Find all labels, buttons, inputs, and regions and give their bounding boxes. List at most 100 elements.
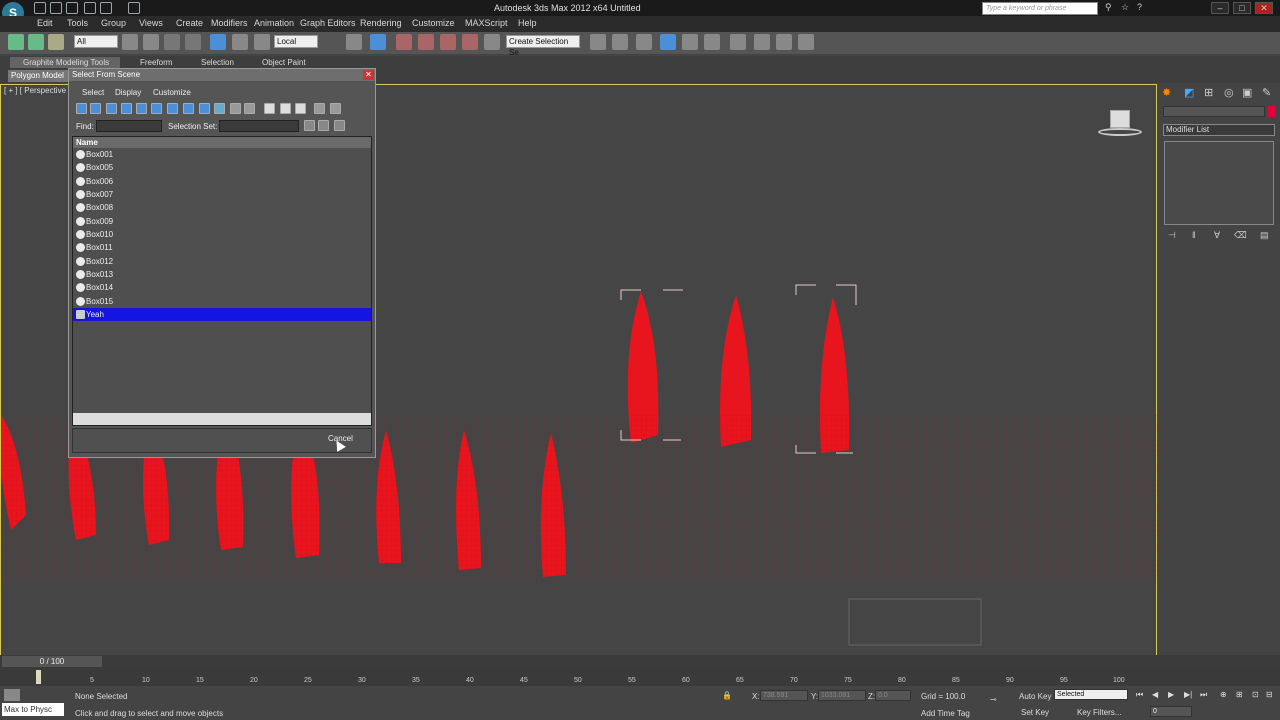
schematic-view-icon[interactable]: [704, 34, 720, 50]
select-invert-icon[interactable]: [295, 103, 306, 114]
set-key-button[interactable]: Set Key: [1021, 708, 1049, 717]
display-tab-icon[interactable]: ▣: [1242, 86, 1252, 99]
maximize-button[interactable]: □: [1233, 2, 1251, 14]
filter-options-icon[interactable]: [330, 103, 341, 114]
menu-animation[interactable]: Animation: [254, 18, 294, 28]
select-move-icon[interactable]: [210, 34, 226, 50]
binoculars-icon[interactable]: ⚲: [1105, 2, 1112, 13]
modifier-list-dropdown[interactable]: Modifier List: [1163, 124, 1275, 136]
maxscript-listener-icon[interactable]: [4, 689, 20, 701]
display-invert-icon[interactable]: [244, 103, 255, 114]
track-bar[interactable]: [0, 668, 1280, 686]
filter-icon[interactable]: [314, 103, 325, 114]
list-item-selected[interactable]: Yeah: [73, 308, 371, 321]
object-name-field[interactable]: [1163, 106, 1265, 117]
menu-customize[interactable]: Customize: [412, 18, 455, 28]
filter-shapes-icon[interactable]: [90, 103, 101, 114]
menu-help[interactable]: Help: [518, 18, 537, 28]
curve-editor-icon[interactable]: [682, 34, 698, 50]
command-panel-tabs[interactable]: ✸ ◩ ⊞ ◎ ▣ ✎: [1160, 86, 1278, 100]
display-none-icon[interactable]: [230, 103, 241, 114]
menu-rendering[interactable]: Rendering: [360, 18, 402, 28]
unlink-icon[interactable]: [28, 34, 44, 50]
close-button[interactable]: ✕: [1255, 2, 1273, 14]
selection-set-dropdown[interactable]: [219, 120, 299, 132]
column-header-name[interactable]: Name: [73, 137, 371, 148]
ribbon-tab-freeform[interactable]: Freeform: [140, 58, 172, 67]
ribbon-tab-object-paint[interactable]: Object Paint: [262, 58, 306, 67]
zoom-extents-all-icon[interactable]: ⊟: [1266, 690, 1273, 699]
edit-named-selection-icon[interactable]: [484, 34, 500, 50]
list-item[interactable]: Box005: [73, 161, 371, 174]
reference-coordinate-dropdown[interactable]: Local: [274, 35, 318, 48]
dialog-menu-select[interactable]: Select: [82, 88, 104, 97]
render-production-icon[interactable]: [798, 34, 814, 50]
create-set-icon[interactable]: [304, 120, 315, 131]
next-frame-icon[interactable]: ▶|: [1184, 690, 1192, 699]
zoom-all-icon[interactable]: ⊞: [1236, 690, 1243, 699]
mirror-icon[interactable]: [590, 34, 606, 50]
go-to-start-icon[interactable]: ⏮: [1136, 690, 1143, 700]
align-icon[interactable]: [612, 34, 628, 50]
percent-snap-icon[interactable]: [440, 34, 456, 50]
open-icon[interactable]: [50, 2, 62, 14]
ribbon-tab-graphite[interactable]: Graphite Modeling Tools: [23, 58, 109, 67]
select-object-icon[interactable]: [122, 34, 138, 50]
key-filters-button[interactable]: Key Filters...: [1077, 708, 1121, 717]
ribbon-tab-selection[interactable]: Selection: [201, 58, 234, 67]
filter-helpers-icon[interactable]: [136, 103, 147, 114]
list-item[interactable]: Box001: [73, 148, 371, 161]
remove-from-set-icon[interactable]: [334, 120, 345, 131]
create-tab-icon[interactable]: ✸: [1162, 86, 1171, 99]
snaps-toggle-icon[interactable]: [396, 34, 412, 50]
named-selection-dropdown[interactable]: Create Selection Se: [506, 35, 580, 57]
modifier-stack[interactable]: [1164, 141, 1274, 225]
viewport-label[interactable]: [ + ] [ Perspective ]: [4, 86, 70, 95]
list-item[interactable]: Box013: [73, 268, 371, 281]
menu-group[interactable]: Group: [101, 18, 126, 28]
select-none-icon[interactable]: [280, 103, 291, 114]
list-item[interactable]: Box011: [73, 241, 371, 254]
menu-create[interactable]: Create: [176, 18, 203, 28]
list-item[interactable]: Box010: [73, 228, 371, 241]
previous-frame-icon[interactable]: ◀: [1152, 690, 1158, 699]
hierarchy-tab-icon[interactable]: ⊞: [1204, 86, 1213, 99]
render-setup-icon[interactable]: [754, 34, 770, 50]
dialog-menu-display[interactable]: Display: [115, 88, 141, 97]
lock-icon[interactable]: 🔒: [722, 691, 732, 700]
x-coordinate-field[interactable]: 738.591: [760, 690, 808, 701]
remove-modifier-icon[interactable]: ⌫: [1234, 230, 1247, 241]
maxscript-mini-listener[interactable]: Max to Physc: [2, 703, 64, 716]
filter-lights-icon[interactable]: [106, 103, 117, 114]
search-input[interactable]: Type a keyword or phrase: [982, 2, 1098, 15]
filter-cameras-icon[interactable]: [121, 103, 132, 114]
motion-tab-icon[interactable]: ◎: [1224, 86, 1234, 99]
add-to-set-icon[interactable]: [318, 120, 329, 131]
help-icons[interactable]: ⚲ ☆ ?: [1105, 2, 1175, 14]
viewcube-icon[interactable]: [1098, 108, 1142, 138]
list-item[interactable]: Box014: [73, 281, 371, 294]
menu-tools[interactable]: Tools: [67, 18, 88, 28]
material-editor-icon[interactable]: [730, 34, 746, 50]
horizontal-scrollbar[interactable]: [73, 413, 371, 425]
pin-stack-icon[interactable]: ⊣: [1168, 230, 1176, 241]
list-item[interactable]: Box015: [73, 295, 371, 308]
show-end-result-icon[interactable]: ‖: [1192, 230, 1196, 240]
star-icon[interactable]: ☆: [1121, 2, 1129, 13]
spinner-snap-icon[interactable]: [462, 34, 478, 50]
new-icon[interactable]: [34, 2, 46, 14]
selection-filter-dropdown[interactable]: All: [74, 35, 118, 48]
bind-spacewarp-icon[interactable]: [48, 34, 64, 50]
list-item[interactable]: Box007: [73, 188, 371, 201]
undo-icon[interactable]: [84, 2, 96, 14]
configure-sets-icon[interactable]: ▤: [1260, 230, 1269, 241]
rect-selection-icon[interactable]: [164, 34, 180, 50]
pivot-center-icon[interactable]: [346, 34, 362, 50]
time-slider[interactable]: 0 / 100: [2, 656, 102, 667]
utilities-tab-icon[interactable]: ✎: [1262, 86, 1271, 99]
menu-edit[interactable]: Edit: [37, 18, 53, 28]
find-input[interactable]: [96, 120, 162, 132]
go-to-end-icon[interactable]: ⏭: [1200, 690, 1207, 700]
filter-xrefs-icon[interactable]: [183, 103, 194, 114]
zoom-icon[interactable]: ⊕: [1220, 690, 1227, 699]
